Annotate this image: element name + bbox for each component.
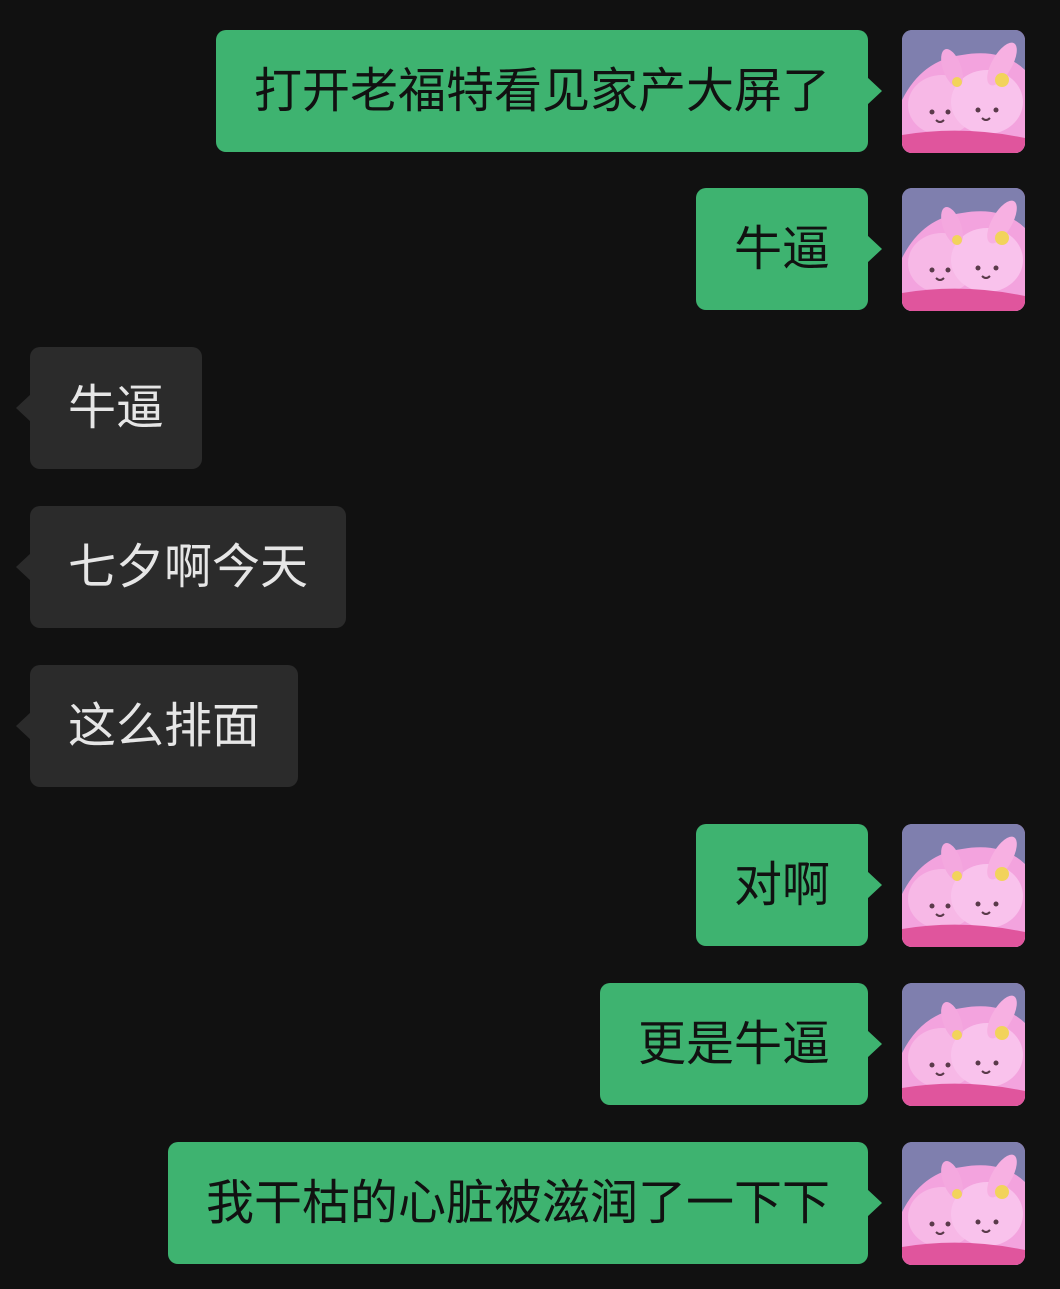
message-row-received: 牛逼 xyxy=(0,347,1060,469)
message-row-sent: 对啊 xyxy=(0,824,1060,947)
user-avatar[interactable] xyxy=(902,30,1025,153)
user-avatar[interactable] xyxy=(902,983,1025,1106)
message-row-sent: 打开老福特看见家产大屏了 xyxy=(0,30,1060,153)
pink-plush-avatar-image xyxy=(902,983,1025,1106)
pink-plush-avatar-image xyxy=(902,824,1025,947)
user-avatar[interactable] xyxy=(902,824,1025,947)
message-row-sent: 我干枯的心脏被滋润了一下下 xyxy=(0,1142,1060,1265)
message-bubble-received[interactable]: 七夕啊今天 xyxy=(15,506,347,628)
message-row-sent: 牛逼 xyxy=(0,188,1060,311)
message-bubble-sent[interactable]: 更是牛逼 xyxy=(599,983,883,1105)
pink-plush-avatar-image xyxy=(902,1142,1025,1265)
message-bubble-received[interactable]: 牛逼 xyxy=(15,347,203,469)
pink-plush-avatar-image xyxy=(902,188,1025,311)
pink-plush-avatar-image xyxy=(902,30,1025,153)
message-row-received: 七夕啊今天 xyxy=(0,506,1060,628)
message-bubble-sent[interactable]: 牛逼 xyxy=(695,188,883,310)
message-bubble-sent[interactable]: 对啊 xyxy=(695,824,883,946)
message-row-sent: 更是牛逼 xyxy=(0,983,1060,1106)
message-row-received: 这么排面 xyxy=(0,665,1060,787)
message-bubble-received[interactable]: 这么排面 xyxy=(15,665,299,787)
user-avatar[interactable] xyxy=(902,1142,1025,1265)
message-bubble-sent[interactable]: 我干枯的心脏被滋润了一下下 xyxy=(167,1142,883,1264)
chat-message-list[interactable]: 打开老福特看见家产大屏了 牛逼 牛逼 七夕啊今天 这么排面 对啊 更是牛逼 我干… xyxy=(0,0,1060,1289)
message-bubble-sent[interactable]: 打开老福特看见家产大屏了 xyxy=(215,30,883,152)
user-avatar[interactable] xyxy=(902,188,1025,311)
